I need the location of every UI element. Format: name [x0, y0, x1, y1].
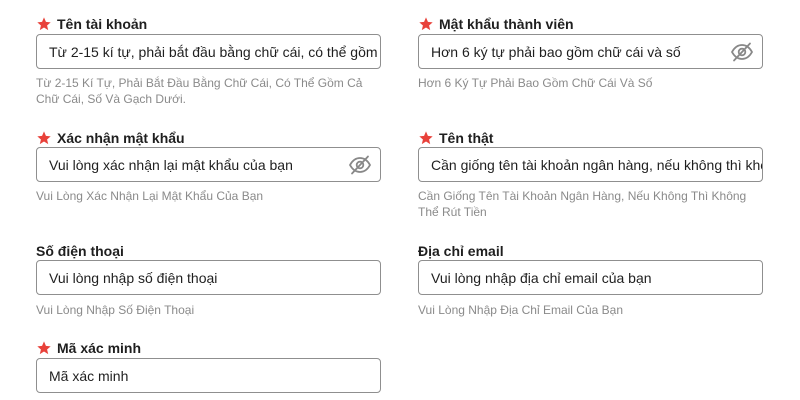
confirm-password-input[interactable]: Vui lòng xác nhận lại mật khẩu của bạn: [36, 147, 381, 182]
confirm-password-input-text: Vui lòng xác nhận lại mật khẩu của bạn: [49, 156, 293, 173]
username-label-row: Tên tài khoản: [36, 14, 383, 34]
phone-hint: Vui Lòng Nhập Số Điện Thoại: [36, 303, 195, 317]
confirm-password-label-row: Xác nhận mật khẩu: [36, 128, 383, 148]
eye-slash-icon[interactable]: [730, 42, 754, 62]
password-hint: Hơn 6 Ký Tự Phải Bao Gồm Chữ Cái Và Số: [418, 76, 653, 90]
phone-label: Số điện thoại: [36, 243, 124, 259]
verification-code-label: Mã xác minh: [57, 340, 142, 356]
real-name-field-group: Tên thật Cần giống tên tài khoản ngân hà…: [418, 128, 765, 219]
password-label: Mật khẩu thành viên: [439, 16, 574, 32]
password-field-group: Mật khẩu thành viên Hơn 6 ký tự phải bao…: [418, 14, 765, 90]
verification-code-input[interactable]: Mã xác minh: [36, 358, 381, 393]
required-star-icon: [37, 131, 51, 145]
real-name-label-row: Tên thật: [418, 128, 765, 148]
real-name-input-text: Cần giống tên tài khoản ngân hàng, nếu k…: [431, 156, 762, 173]
required-star-icon: [37, 341, 51, 355]
email-label-row: Địa chỉ email: [418, 241, 765, 261]
real-name-label: Tên thật: [439, 130, 494, 146]
confirm-password-field-group: Xác nhận mật khẩu Vui lòng xác nhận lại …: [36, 128, 383, 203]
verification-code-field-group: Mã xác minh Mã xác minh: [36, 338, 383, 393]
phone-input[interactable]: Vui lòng nhập số điện thoại: [36, 260, 381, 295]
phone-input-text: Vui lòng nhập số điện thoại: [49, 269, 218, 286]
confirm-password-hint: Vui Lòng Xác Nhận Lại Mật Khẩu Của Bạn: [36, 189, 264, 203]
email-input-text: Vui lòng nhập địa chỉ email của bạn: [431, 269, 652, 286]
username-label: Tên tài khoản: [57, 16, 148, 32]
phone-field-group: Số điện thoại Vui lòng nhập số điện thoạ…: [36, 241, 383, 317]
email-input[interactable]: Vui lòng nhập địa chỉ email của bạn: [418, 260, 763, 295]
required-star-icon: [419, 131, 433, 145]
username-input[interactable]: Từ 2-15 kí tự, phải bắt đầu bằng chữ cái…: [36, 34, 381, 69]
password-input[interactable]: Hơn 6 ký tự phải bao gồm chữ cái và số: [418, 34, 763, 69]
required-star-icon: [37, 17, 51, 31]
phone-label-row: Số điện thoại: [36, 241, 383, 261]
eye-slash-icon[interactable]: [348, 155, 372, 175]
username-field-group: Tên tài khoản Từ 2-15 kí tự, phải bắt đầ…: [36, 14, 383, 106]
real-name-input[interactable]: Cần giống tên tài khoản ngân hàng, nếu k…: [418, 147, 763, 182]
confirm-password-label: Xác nhận mật khẩu: [57, 130, 185, 146]
email-field-group: Địa chỉ email Vui lòng nhập địa chỉ emai…: [418, 241, 765, 317]
verification-code-label-row: Mã xác minh: [36, 338, 383, 358]
password-input-text: Hơn 6 ký tự phải bao gồm chữ cái và số: [431, 43, 681, 60]
password-label-row: Mật khẩu thành viên: [418, 14, 765, 34]
verification-code-input-text: Mã xác minh: [49, 367, 129, 384]
username-input-text: Từ 2-15 kí tự, phải bắt đầu bằng chữ cái…: [49, 43, 380, 60]
email-hint: Vui Lòng Nhập Địa Chỉ Email Của Bạn: [418, 303, 624, 317]
required-star-icon: [419, 17, 433, 31]
username-hint: Từ 2-15 Kí Tự, Phải Bắt Đầu Bằng Chữ Cái…: [36, 76, 363, 106]
real-name-hint: Cần Giống Tên Tài Khoản Ngân Hàng, Nếu K…: [418, 189, 747, 219]
email-label: Địa chỉ email: [418, 243, 504, 259]
